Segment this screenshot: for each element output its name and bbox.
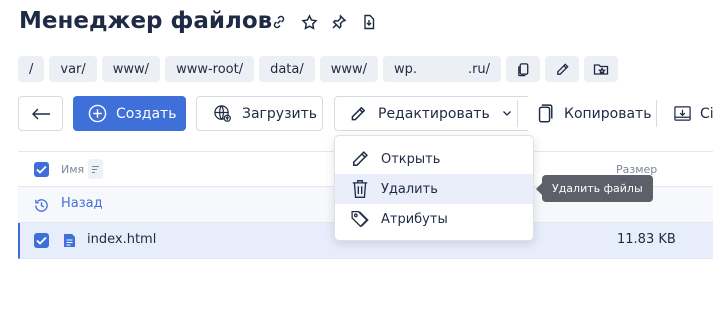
breadcrumb-segment[interactable]: www-root/ [165, 56, 255, 82]
copy-icon [517, 62, 528, 76]
breadcrumb-segment[interactable]: data/ [259, 56, 315, 82]
back-label: Назад [61, 196, 103, 211]
back-button[interactable] [18, 96, 63, 131]
check-icon [36, 165, 47, 174]
toolbar-divider [656, 100, 657, 127]
tags-icon [349, 208, 371, 230]
upload-button[interactable]: Загрузить [196, 96, 323, 131]
domain-prefix: wp. [394, 61, 418, 77]
edit-label: Редактировать [378, 105, 490, 122]
file-name[interactable]: index.html [87, 232, 156, 247]
breadcrumb-segment[interactable]: www/ [101, 56, 161, 82]
link-icon[interactable] [269, 12, 289, 32]
pencil-icon [349, 105, 367, 123]
bookmark-folder-button[interactable] [584, 56, 619, 82]
row-checkbox[interactable] [34, 233, 49, 248]
domain-suffix: .ru/ [467, 61, 491, 77]
sort-icon [92, 165, 99, 173]
copy-path-button[interactable] [506, 56, 541, 82]
title-actions [269, 12, 379, 32]
cut-button[interactable]: Сі [664, 96, 713, 131]
edit-dropdown-menu: Открыть Удалить Атрибуты [334, 135, 534, 241]
cut-label: Сі [700, 105, 713, 122]
pencil-icon [556, 62, 569, 75]
menu-item-label: Открыть [381, 151, 441, 167]
column-header-name[interactable]: Имя [61, 163, 84, 176]
breadcrumb-segment-domain[interactable]: wp. .ru/ [383, 56, 502, 82]
copy-label: Копировать [564, 105, 652, 122]
menu-item-label: Удалить [381, 181, 438, 197]
delete-tooltip: Удалить файлы [536, 175, 653, 202]
pin-icon[interactable] [329, 12, 349, 32]
upload-label: Загрузить [242, 105, 318, 122]
copy-icon [535, 103, 553, 124]
trash-icon [349, 178, 371, 200]
edit-dropdown-button[interactable]: Редактировать [334, 96, 531, 131]
file-document-icon [64, 234, 75, 247]
page-title: Менеджер файлов [19, 8, 273, 34]
arrow-left-icon [31, 108, 50, 119]
edit-path-button[interactable] [545, 56, 580, 82]
star-icon[interactable] [299, 12, 319, 32]
file-size: 11.83 KB [617, 232, 676, 247]
breadcrumb-segment[interactable]: www/ [319, 56, 379, 82]
pencil-icon [349, 148, 371, 170]
toolbar-divider [517, 100, 518, 127]
copy-button[interactable]: Копировать [526, 96, 660, 131]
menu-item-label: Атрибуты [381, 211, 448, 227]
breadcrumb-segment[interactable]: / [18, 56, 45, 82]
globe-upload-icon [213, 104, 232, 123]
breadcrumb-segment[interactable]: var/ [49, 56, 97, 82]
folder-star-icon [593, 64, 609, 75]
download-file-icon[interactable] [359, 12, 379, 32]
create-button[interactable]: Создать [73, 96, 186, 131]
history-back-icon [35, 199, 48, 212]
chevron-down-icon [502, 110, 512, 117]
menu-item-attributes[interactable]: Атрибуты [335, 204, 533, 234]
select-all-checkbox[interactable] [34, 162, 49, 177]
menu-item-delete[interactable]: Удалить [335, 174, 533, 204]
plus-circle-icon [88, 104, 107, 123]
menu-item-open[interactable]: Открыть [335, 144, 533, 174]
create-label: Создать [116, 105, 177, 122]
check-icon [36, 236, 47, 245]
tray-download-icon [673, 104, 692, 123]
sort-button[interactable] [88, 159, 103, 179]
breadcrumb: / var/ www/ www-root/ data/ www/ wp. .ru… [18, 56, 619, 82]
